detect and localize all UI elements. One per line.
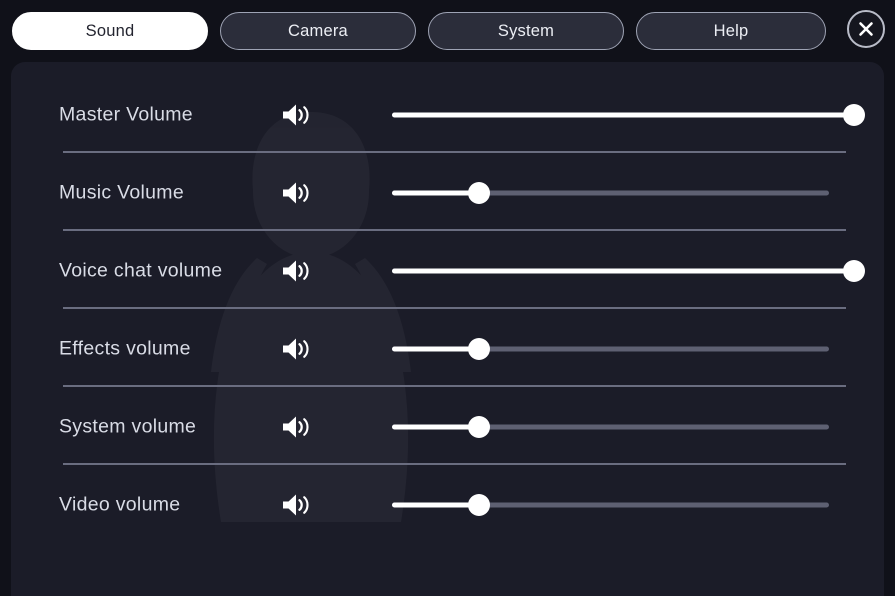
video-volume-slider-thumb[interactable]	[468, 494, 490, 516]
tab-system-label: System	[498, 22, 554, 41]
effects-volume-slider[interactable]	[392, 338, 829, 360]
tab-camera-label: Camera	[288, 22, 348, 41]
voice-chat-volume-slider[interactable]	[392, 260, 854, 282]
tab-sound[interactable]: Sound	[12, 12, 208, 50]
speaker-icon[interactable]	[281, 180, 311, 206]
row-divider	[63, 385, 846, 387]
setting-row-voice-chat-volume: Voice chat volume	[11, 232, 884, 310]
close-icon	[856, 19, 876, 39]
tab-camera[interactable]: Camera	[220, 12, 416, 50]
master-volume-slider-fill	[392, 113, 854, 118]
video-volume-slider[interactable]	[392, 494, 829, 516]
system-volume-slider-thumb[interactable]	[468, 416, 490, 438]
setting-row-music-volume: Music Volume	[11, 154, 884, 232]
close-button[interactable]	[847, 10, 885, 48]
tab-sound-label: Sound	[86, 22, 135, 41]
row-divider	[63, 307, 846, 309]
row-divider	[63, 463, 846, 465]
system-volume-slider[interactable]	[392, 416, 829, 438]
master-volume-slider-thumb[interactable]	[843, 104, 865, 126]
settings-panel: Master Volume Music Volume Voice chat volu…	[11, 62, 884, 596]
setting-row-video-volume: Video volume	[11, 466, 884, 544]
setting-row-master-volume: Master Volume	[11, 76, 884, 154]
tab-help-label: Help	[714, 22, 749, 41]
speaker-icon[interactable]	[281, 336, 311, 362]
voice-chat-volume-slider-thumb[interactable]	[843, 260, 865, 282]
setting-row-effects-volume: Effects volume	[11, 310, 884, 388]
setting-row-system-volume: System volume	[11, 388, 884, 466]
master-volume-label: Master Volume	[59, 104, 193, 127]
tab-help[interactable]: Help	[636, 12, 826, 50]
effects-volume-slider-thumb[interactable]	[468, 338, 490, 360]
sound-settings-list: Master Volume Music Volume Voice chat volu…	[11, 62, 884, 596]
row-divider	[63, 151, 846, 153]
settings-window: Sound Camera System Help	[0, 0, 895, 596]
video-volume-slider-fill	[392, 503, 479, 508]
master-volume-slider[interactable]	[392, 104, 854, 126]
tab-system[interactable]: System	[428, 12, 624, 50]
row-divider	[63, 229, 846, 231]
video-volume-label: Video volume	[59, 494, 180, 517]
voice-chat-volume-slider-fill	[392, 269, 854, 274]
music-volume-label: Music Volume	[59, 182, 184, 205]
speaker-icon[interactable]	[281, 414, 311, 440]
effects-volume-label: Effects volume	[59, 338, 191, 361]
system-volume-label: System volume	[59, 416, 196, 439]
system-volume-slider-fill	[392, 425, 479, 430]
speaker-icon[interactable]	[281, 102, 311, 128]
music-volume-slider-thumb[interactable]	[468, 182, 490, 204]
music-volume-slider-fill	[392, 191, 479, 196]
effects-volume-slider-fill	[392, 347, 479, 352]
music-volume-slider[interactable]	[392, 182, 829, 204]
voice-chat-volume-label: Voice chat volume	[59, 260, 222, 283]
speaker-icon[interactable]	[281, 258, 311, 284]
speaker-icon[interactable]	[281, 492, 311, 518]
tab-bar: Sound Camera System Help	[0, 0, 895, 62]
